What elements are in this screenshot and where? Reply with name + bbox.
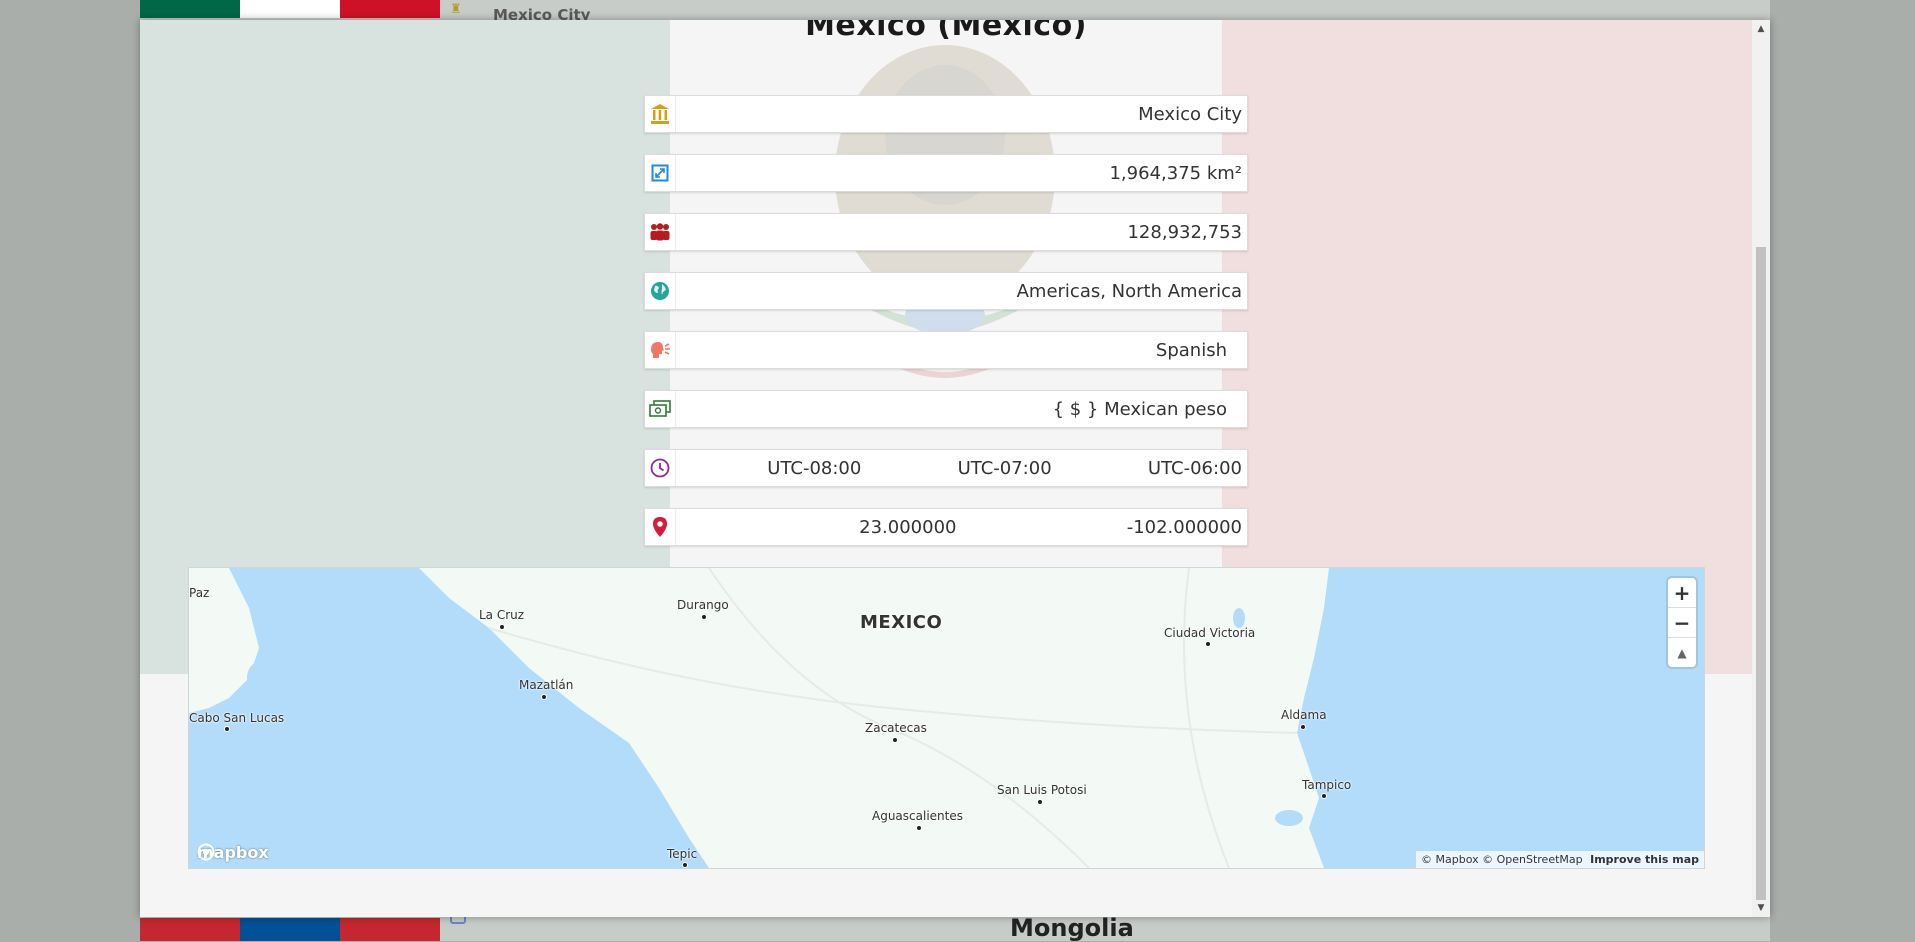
capital-building-icon: ♜ (450, 2, 462, 17)
map-land-layer (189, 568, 1329, 868)
area-expand-icon (645, 155, 676, 191)
currency-row: { $ } Mexican peso (644, 390, 1248, 428)
region-value: Americas, North America (1016, 280, 1242, 302)
city-label: Tepic (667, 847, 698, 861)
map-attribution: © Mapbox © OpenStreetMap Improve this ma… (1416, 851, 1704, 868)
region-row: Americas, North America (644, 272, 1248, 310)
country-map-label: MEXICO (860, 612, 943, 633)
city-marker (1205, 641, 1211, 647)
compass-reset-button[interactable]: ▲ (1668, 638, 1696, 667)
scroll-down-arrow-icon[interactable]: ▼ (1752, 901, 1770, 915)
city-label: La Cruz (479, 608, 525, 622)
timezones-row: UTC-08:00 UTC-07:00 UTC-06:00 (644, 449, 1248, 487)
city-marker (682, 862, 688, 868)
city-marker (1321, 793, 1327, 799)
city-label: Mazatlán (519, 678, 574, 692)
money-icon (645, 391, 676, 427)
city-marker (1300, 724, 1306, 730)
city-label: Aldama (1281, 708, 1327, 722)
city-marker (541, 694, 547, 700)
city-label: Zacatecas (865, 721, 927, 735)
timezone-value: UTC-08:00 (767, 457, 862, 479)
scroll-up-arrow-icon[interactable]: ▲ (1752, 22, 1770, 36)
area-value: 1,964,375 km² (1109, 162, 1242, 184)
population-value: 128,932,753 (1127, 221, 1242, 243)
scrollbar-thumb[interactable] (1756, 247, 1766, 900)
speaking-head-icon (645, 332, 676, 368)
city-label: Durango (677, 598, 729, 612)
city-marker (916, 825, 922, 831)
modal-title: Mexico (Mexico) (805, 20, 1087, 43)
timezone-value: UTC-06:00 (1147, 457, 1242, 479)
mapbox-logo[interactable]: mapbox (197, 843, 269, 862)
latitude-value: 23.000000 (859, 516, 957, 538)
city-label: Ciudad Victoria (1164, 626, 1256, 640)
currency-value: { $ } Mexican peso (1052, 398, 1227, 420)
city-marker (892, 737, 898, 743)
capital-building-icon (645, 96, 676, 132)
timezone-value: UTC-07:00 (957, 457, 1052, 479)
map-navigation-controls: + − ▲ (1668, 578, 1696, 667)
mexico-flag-thumbnail (140, 0, 440, 18)
attribution-text[interactable]: © Mapbox © OpenStreetMap (1421, 853, 1583, 866)
country-detail-modal: Mexico (Mexico) Mexico City 1,964,375 km… (140, 20, 1770, 917)
city-marker (701, 614, 707, 620)
capital-value: Mexico City (1138, 103, 1242, 125)
compass-icon: ▲ (1677, 645, 1687, 660)
zoom-in-button[interactable]: + (1668, 578, 1696, 608)
mongolia-flag-thumbnail (140, 918, 440, 941)
clock-icon (645, 450, 676, 486)
city-label: San Luis Potosi (997, 783, 1087, 797)
improve-map-link[interactable]: Improve this map (1590, 853, 1699, 866)
timezones-list: UTC-08:00 UTC-07:00 UTC-06:00 (676, 458, 1247, 479)
city-marker (499, 624, 505, 630)
language-value: Spanish (1155, 339, 1227, 361)
area-row: 1,964,375 km² (644, 154, 1248, 192)
next-country-title: Mongolia (1010, 914, 1134, 942)
coordinates-values: 23.000000 -102.000000 (676, 517, 1247, 538)
city-label: Aguascalientes (872, 809, 963, 823)
country-map[interactable]: MEXICO Paz La Cruz Durango Mazatlán Cabo… (188, 567, 1705, 869)
zoom-out-button[interactable]: − (1668, 608, 1696, 638)
capital-row: Mexico City (644, 95, 1248, 133)
city-label: Cabo San Lucas (189, 711, 285, 725)
map-pin-icon (645, 509, 676, 545)
coordinates-row: 23.000000 -102.000000 (644, 508, 1248, 546)
population-row: 128,932,753 (644, 213, 1248, 251)
longitude-value: -102.000000 (1126, 516, 1242, 538)
language-row: Spanish (644, 331, 1248, 369)
people-icon (645, 214, 676, 250)
mapbox-logo-icon (197, 843, 215, 861)
city-label: Tampico (1302, 778, 1352, 792)
globe-icon (645, 273, 676, 309)
modal-scrollbar[interactable]: ▲ ▼ (1752, 20, 1770, 917)
city-marker (1037, 799, 1043, 805)
city-marker (224, 726, 230, 732)
city-label: Paz (189, 586, 210, 600)
